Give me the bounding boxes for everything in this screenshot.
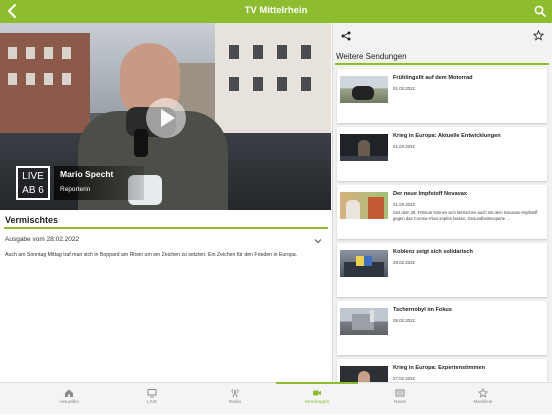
show-snippet: Seit dem 28. Februar können sich Mensche… (393, 210, 538, 221)
tab-label: News (394, 400, 406, 405)
tab-label: Merkliste (473, 400, 493, 405)
show-card[interactable]: Frühlingsfit auf dem Motorrad 01.03.2022 (337, 69, 547, 123)
app-title: TV Mittelrhein (244, 5, 308, 16)
section-divider (4, 227, 328, 229)
show-card[interactable]: Tschernobyl im Fokus 28.02.2022 (337, 301, 547, 355)
show-card[interactable]: Der neue Impfstoff Novavax 01.03.2022 Se… (337, 185, 547, 239)
show-title: Krieg in Europa: Aktuelle Entwicklungen (393, 133, 501, 139)
show-thumbnail (340, 366, 388, 382)
show-title: Der neue Impfstoff Novavax (393, 191, 467, 197)
tab-news[interactable]: News (359, 383, 441, 415)
tab-label: Aktuelles (59, 400, 79, 405)
show-thumbnail (340, 192, 388, 219)
edition-date: Ausgabe vom 28.02.2022 (5, 236, 80, 243)
bookmark-star-icon[interactable] (533, 30, 544, 41)
home-icon (65, 389, 73, 397)
show-card[interactable]: Krieg in Europa: Aktuelle Entwicklungen … (337, 127, 547, 181)
reporter-name: Mario Specht (60, 169, 114, 179)
tv-icon (147, 389, 157, 398)
show-date: 27.02.2022 (393, 376, 415, 381)
share-icon[interactable] (341, 31, 351, 41)
show-thumbnail (340, 134, 388, 161)
reporter-role: Reporterin (60, 186, 91, 193)
show-title: Krieg in Europa: Expertenstimmen (393, 365, 486, 371)
channel-logo: LIVE AB 6 (16, 166, 50, 200)
show-date: 28.02.2022 (393, 260, 415, 265)
video-player[interactable]: LIVE AB 6 Mario Specht Reporterin (0, 23, 331, 210)
tab-aktuelles[interactable]: Aktuelles (28, 383, 110, 415)
chevron-down-icon[interactable] (313, 236, 323, 246)
show-thumbnail (340, 250, 388, 277)
logo-line-2: AB 6 (22, 185, 44, 196)
bottom-tab-bar: Aktuelles LIVE Radio Sendungen News Merk… (0, 382, 552, 414)
star-icon (478, 388, 488, 398)
show-date: 01.03.2022 (393, 86, 415, 91)
show-date: 01.03.2022 (393, 202, 415, 207)
show-card[interactable]: Koblenz zeigt sich solidarisch 28.02.202… (337, 243, 547, 297)
search-icon[interactable] (534, 5, 546, 17)
news-icon (395, 389, 405, 397)
episode-description: Auch am Sonntag Mittag traf man sich in … (5, 252, 298, 258)
play-icon[interactable] (146, 98, 186, 138)
tab-label: LIVE (146, 400, 158, 405)
show-title: Tschernobyl im Fokus (393, 307, 452, 313)
top-bar: TV Mittelrhein (0, 0, 552, 23)
tab-sendungen[interactable]: Sendungen (276, 382, 358, 415)
sidebar-panel: Weitere Sendungen Frühlingsfit auf dem M… (333, 23, 552, 382)
tab-live[interactable]: LIVE (111, 383, 193, 415)
video-camera-icon (313, 390, 321, 396)
more-shows-divider (335, 63, 549, 65)
show-date: 28.02.2022 (393, 318, 415, 323)
show-title: Frühlingsfit auf dem Motorrad (393, 75, 473, 81)
show-thumbnail (340, 76, 388, 103)
tab-label: Sendungen (304, 400, 330, 405)
show-title: Koblenz zeigt sich solidarisch (393, 249, 473, 255)
show-date: 01.03.2022 (393, 144, 415, 149)
section-title: Vermischtes (5, 215, 59, 225)
main-panel: LIVE AB 6 Mario Specht Reporterin Vermis… (0, 23, 332, 382)
show-thumbnail (340, 308, 388, 335)
logo-line-1: LIVE (22, 171, 44, 182)
tab-radio[interactable]: Radio (194, 383, 276, 415)
show-card[interactable]: Krieg in Europa: Expertenstimmen 27.02.2… (337, 359, 547, 382)
more-shows-title: Weitere Sendungen (336, 52, 407, 61)
lower-third: Mario Specht Reporterin (54, 166, 144, 200)
tab-merkliste[interactable]: Merkliste (442, 383, 524, 415)
tab-label: Radio (228, 400, 242, 405)
radio-icon (231, 388, 239, 398)
